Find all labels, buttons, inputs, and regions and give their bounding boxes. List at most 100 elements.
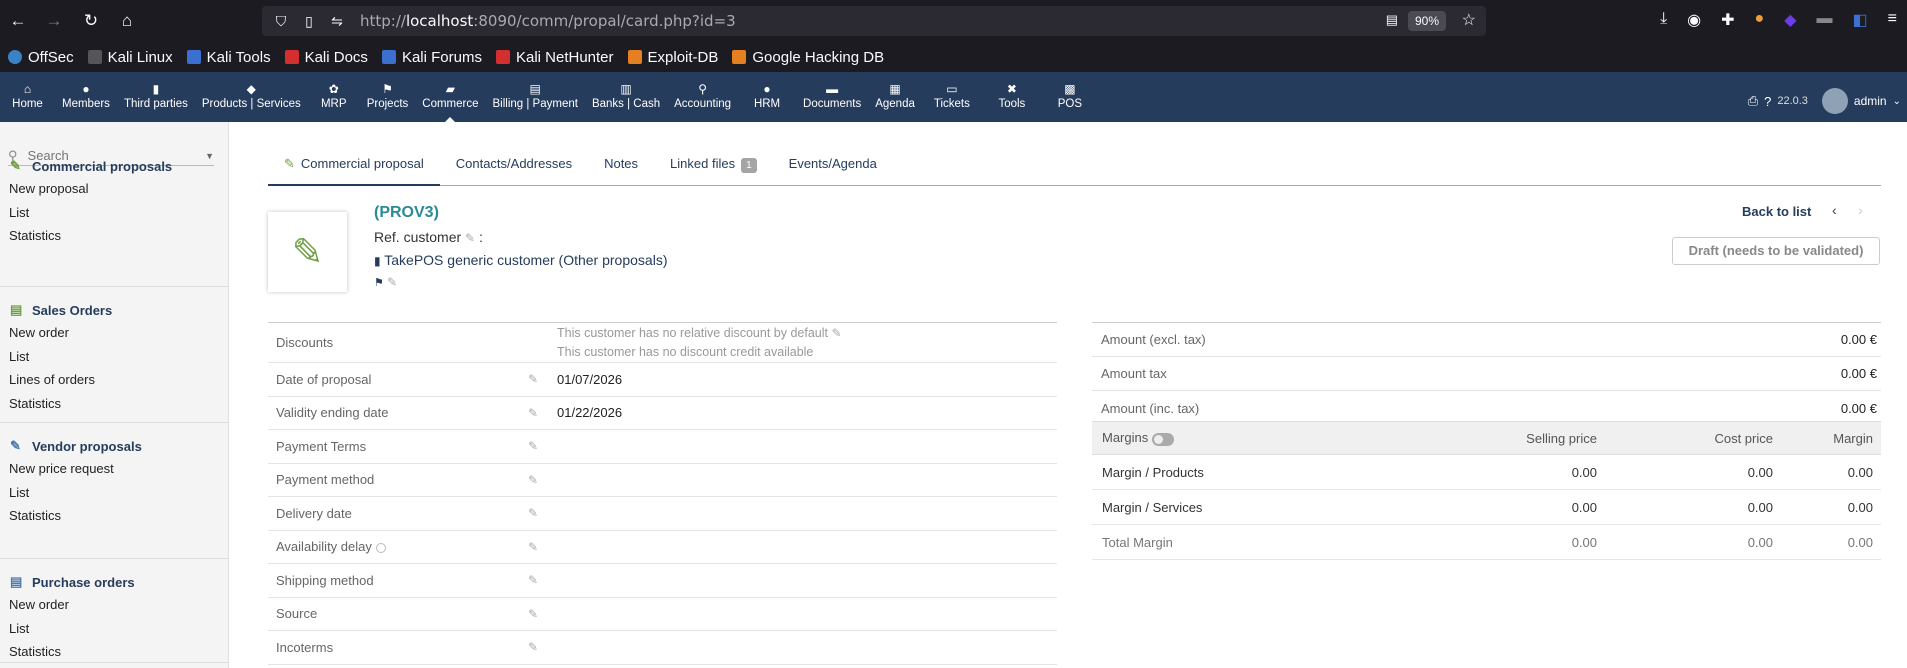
menu-item-new-order[interactable]: New order — [0, 321, 229, 345]
menu-item-list[interactable]: List — [0, 617, 229, 641]
reload-icon[interactable]: ↻ — [73, 3, 109, 39]
bookmark-kali-forums[interactable]: Kali Forums — [381, 49, 482, 66]
nav-billing-payment[interactable]: ▤ Billing | Payment — [486, 72, 585, 122]
user-name[interactable]: admin — [1854, 94, 1887, 108]
edit-pencil-icon[interactable]: ✎ — [528, 540, 538, 554]
bookmark-google-hacking-db[interactable]: Google Hacking DB — [732, 49, 884, 66]
field-row-incoterms: Incoterms ✎ — [268, 631, 1057, 665]
nav-projects[interactable]: ⚑ Projects — [360, 72, 416, 122]
chevron-down-icon[interactable]: ⌄ — [1893, 96, 1901, 107]
menu-item-list[interactable]: List — [0, 201, 229, 225]
field-label: Discounts — [276, 335, 334, 350]
nav-pos[interactable]: ▩ POS — [1042, 72, 1098, 122]
menu-title-commercial-proposals[interactable]: ✎ Commercial proposals — [0, 155, 229, 177]
print-icon[interactable]: ⎙ — [1748, 93, 1758, 109]
tab-commercial-proposal[interactable]: ✎ Commercial proposal — [268, 150, 440, 186]
menu-item-lines-of-orders[interactable]: Lines of orders — [0, 368, 229, 392]
nav-home[interactable]: ⌂ Home — [0, 72, 55, 122]
margins-table: Margins Selling price Cost price Margin … — [1092, 421, 1881, 560]
nav-accounting[interactable]: ⚲ Accounting — [667, 72, 738, 122]
back-to-list-link[interactable]: Back to list — [1742, 204, 1811, 219]
nav-third-parties[interactable]: ▮ Third parties — [117, 72, 195, 122]
menu-item-list[interactable]: List — [0, 345, 229, 369]
field-label: Availability delay — [268, 539, 517, 554]
tab-events-agenda[interactable]: Events/Agenda — [773, 150, 893, 186]
bookmark-exploit-db[interactable]: Exploit-DB — [627, 49, 718, 66]
nav-mrp[interactable]: ✿ MRP — [308, 72, 360, 122]
extension-fox-icon[interactable]: ● — [1755, 10, 1765, 30]
menu-item-statistics[interactable]: Statistics — [0, 224, 229, 248]
edit-pencil-icon[interactable]: ✎ — [528, 573, 538, 587]
margin-cell: 0.00 — [1847, 499, 1873, 515]
menu-item-new-order[interactable]: New order — [0, 593, 229, 617]
menu-item-statistics[interactable]: Statistics — [0, 640, 229, 664]
permissions-icon[interactable]: ⇋ — [328, 13, 346, 30]
bookmark-kali-nethunter[interactable]: Kali NetHunter — [495, 49, 614, 66]
bookmark-star-icon[interactable]: ☆ — [1462, 10, 1476, 30]
tab-notes[interactable]: Notes — [588, 150, 654, 186]
zoom-level[interactable]: 90% — [1407, 11, 1446, 31]
previous-arrow-icon[interactable]: ‹ — [1832, 202, 1837, 218]
nav-agenda[interactable]: ▦ Agenda — [868, 72, 922, 122]
info-icon[interactable] — [375, 542, 386, 553]
edit-pencil-icon[interactable]: ✎ — [528, 372, 538, 386]
menu-title-sales-orders[interactable]: ▤ Sales Orders — [0, 299, 229, 321]
forward-arrow-icon[interactable]: → — [36, 3, 72, 39]
menu-item-statistics[interactable]: Statistics — [0, 504, 229, 528]
nav-products-services[interactable]: ◆ Products | Services — [195, 72, 308, 122]
margins-header: Margins — [1092, 430, 1472, 446]
shield-icon[interactable]: ⛉ — [272, 13, 290, 30]
table-row-total: Total Margin 0.00 0.00 0.00 — [1092, 525, 1881, 560]
nav-members[interactable]: ● Members — [55, 72, 117, 122]
menu-item-statistics[interactable]: Statistics — [0, 392, 229, 416]
help-icon[interactable]: ? — [1764, 94, 1771, 109]
download-icon[interactable]: ⤓ — [1660, 10, 1667, 30]
nav-banks-cash[interactable]: ▥ Banks | Cash — [585, 72, 667, 122]
menu-item-new-price-request[interactable]: New price request — [0, 457, 229, 481]
kali-dragon-icon — [87, 50, 102, 64]
edit-pencil-icon[interactable]: ✎ — [465, 231, 475, 245]
nav-commerce[interactable]: ▰ Commerce — [415, 72, 485, 122]
menu-title-vendor-proposals[interactable]: ✎ Vendor proposals — [0, 435, 229, 457]
edit-pencil-icon[interactable]: ✎ — [528, 406, 538, 420]
tab-linked-files[interactable]: Linked files 1 — [654, 150, 773, 186]
bookmark-kali-linux[interactable]: Kali Linux — [87, 49, 173, 66]
nav-hrm[interactable]: ● HRM — [738, 72, 796, 122]
bookmark-kali-tools[interactable]: Kali Tools — [186, 49, 271, 66]
field-row-discounts: Discounts This customer has no relative … — [268, 323, 1057, 363]
nav-tickets[interactable]: ▭ Tickets — [922, 72, 982, 122]
bookmark-kali-docs[interactable]: Kali Docs — [284, 49, 368, 66]
edit-pencil-icon[interactable]: ✎ — [528, 473, 538, 487]
edit-pencil-icon[interactable]: ✎ — [831, 326, 841, 340]
nav-tools[interactable]: ✖ Tools — [982, 72, 1042, 122]
edit-pencil-icon[interactable]: ✎ — [528, 439, 538, 453]
extension-shield-icon[interactable]: ◧ — [1853, 10, 1868, 30]
menu-item-new-proposal[interactable]: New proposal — [0, 177, 229, 201]
extensions-icon[interactable]: ✚ — [1721, 10, 1734, 30]
edit-pencil-icon[interactable]: ✎ — [528, 640, 538, 654]
url-text[interactable]: http://localhost:8090/comm/propal/card.p… — [360, 12, 736, 30]
bookmark-offsec[interactable]: OffSec — [8, 49, 74, 66]
card-tabs: ✎ Commercial proposal Contacts/Addresses … — [268, 150, 1881, 186]
edit-pencil-icon[interactable]: ✎ — [387, 275, 397, 289]
url-bar[interactable]: ⛉ ▯ ⇋ http://localhost:8090/comm/propal/… — [262, 6, 1486, 36]
table-row: Margin / Products 0.00 0.00 0.00 — [1092, 455, 1881, 490]
edit-pencil-icon[interactable]: ✎ — [528, 607, 538, 621]
menu-title-purchase-orders[interactable]: ▤ Purchase orders — [0, 571, 229, 593]
other-proposals-link[interactable]: (Other proposals) — [559, 252, 668, 268]
account-icon[interactable]: ◉ — [1687, 10, 1701, 30]
customer-link[interactable]: TakePOS generic customer — [384, 252, 554, 268]
avatar[interactable] — [1821, 88, 1848, 114]
menu-item-list[interactable]: List — [0, 481, 229, 505]
edit-pencil-icon[interactable]: ✎ — [528, 506, 538, 520]
left-menu: ⚲ ▼ ✎Commercial proposals New proposal L… — [0, 122, 229, 668]
home-icon[interactable]: ⌂ — [109, 3, 145, 39]
extension-purple-icon[interactable]: ◆ — [1784, 10, 1796, 30]
nav-documents[interactable]: ▬ Documents — [796, 72, 868, 122]
back-arrow-icon[interactable]: ← — [0, 3, 36, 39]
menu-icon[interactable]: ≡ — [1888, 10, 1897, 30]
reader-view-icon[interactable]: ▤ — [1386, 12, 1398, 28]
extension-hat-icon[interactable]: ▬ — [1817, 10, 1833, 30]
tab-contacts-addresses[interactable]: Contacts/Addresses — [440, 150, 588, 186]
margins-toggle[interactable] — [1152, 432, 1175, 446]
